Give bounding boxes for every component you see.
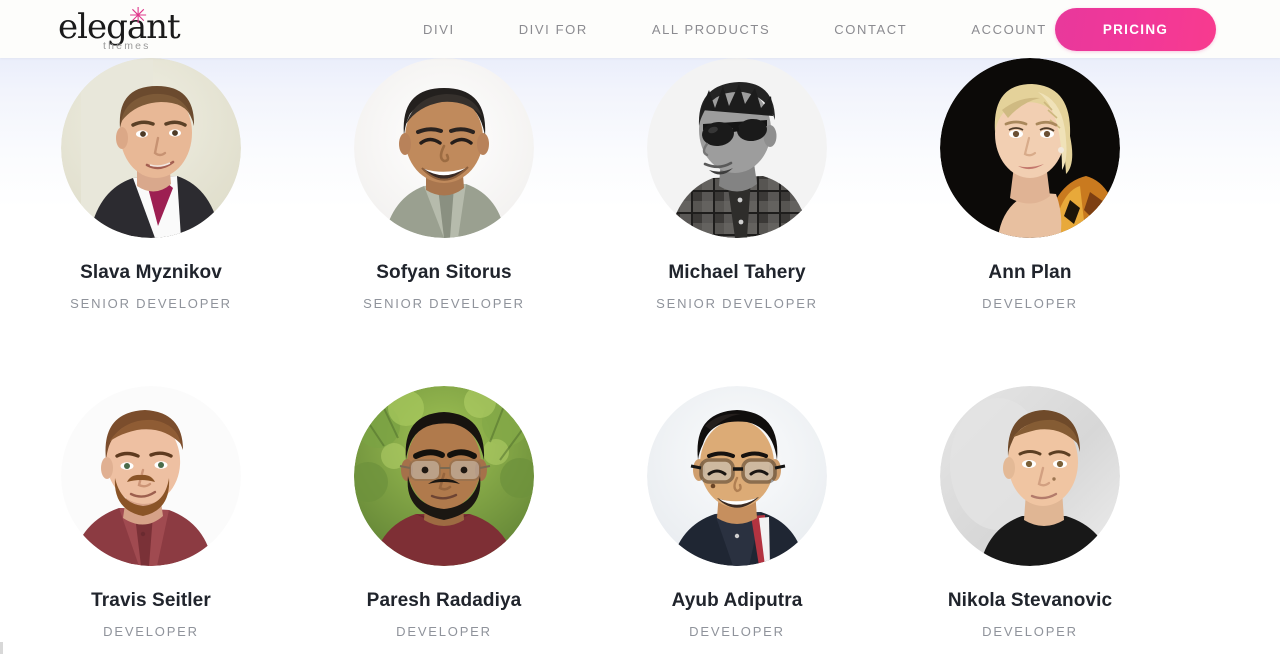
team-member-role: DEVELOPER [103, 623, 199, 639]
team-member-name: Nikola Stevanovic [947, 589, 1113, 611]
team-row: Slava Myznikov SENIOR DEVELOPER Sofyan S… [0, 58, 1280, 311]
team-member-name: Michael Tahery [668, 262, 806, 283]
team-member-card[interactable]: Slava Myznikov SENIOR DEVELOPER [4, 58, 298, 311]
pricing-button[interactable]: PRICING [1055, 8, 1216, 51]
team-member-role: SENIOR DEVELOPER [656, 295, 818, 311]
portrait-paresh-radadiya [354, 385, 534, 566]
portrait-michael-tahery [647, 58, 827, 238]
team-member-role: SENIOR DEVELOPER [363, 295, 525, 311]
site-header: elegant ✳ themes DIVI DIVI FOR ALL PRODU… [0, 0, 1280, 58]
team-row: Travis Seitler DEVELOPER Paresh Radadiya… [0, 311, 1280, 639]
team-member-role: DEVELOPER [982, 623, 1078, 639]
portrait-ann-plan [940, 58, 1120, 238]
portrait-travis-seitler [61, 385, 241, 566]
team-member-role: DEVELOPER [982, 295, 1078, 311]
team-member-name: Paresh Radadiya [366, 589, 522, 611]
team-member-name: Sofyan Sitorus [376, 262, 512, 283]
team-member-name: Ann Plan [988, 262, 1072, 283]
team-member-role: DEVELOPER [396, 623, 492, 639]
team-member-name: Ayub Adiputra [671, 589, 803, 611]
portrait-ayub-adiputra [647, 385, 827, 566]
nav-item-divi[interactable]: DIVI [410, 22, 487, 37]
team-member-card[interactable]: Paresh Radadiya DEVELOPER [297, 385, 591, 639]
portrait-sofyan-sitorus [354, 58, 534, 238]
team-member-name: Travis Seitler [91, 589, 211, 611]
elegant-themes-logo[interactable]: elegant ✳ themes [58, 4, 181, 53]
team-member-card[interactable]: Ann Plan DEVELOPER [883, 58, 1177, 311]
team-member-role: DEVELOPER [689, 623, 785, 639]
nav-item-divi-for[interactable]: DIVI FOR [487, 22, 620, 37]
logo-subtext: themes [103, 40, 151, 52]
team-member-role: SENIOR DEVELOPER [70, 295, 232, 311]
team-grid: Slava Myznikov SENIOR DEVELOPER Sofyan S… [0, 58, 1280, 639]
logo-wordmark: elegant [58, 7, 181, 47]
portrait-slava-myznikov [61, 58, 241, 238]
team-member-card[interactable]: Sofyan Sitorus SENIOR DEVELOPER [297, 58, 591, 311]
nav-item-contact[interactable]: CONTACT [802, 22, 939, 37]
team-member-card[interactable]: Travis Seitler DEVELOPER [4, 385, 298, 639]
team-member-card[interactable]: Nikola Stevanovic DEVELOPER [883, 385, 1177, 639]
team-member-name: Slava Myznikov [80, 262, 222, 283]
team-member-card[interactable]: Ayub Adiputra DEVELOPER [590, 385, 884, 639]
main-navigation: DIVI DIVI FOR ALL PRODUCTS CONTACT ACCOU… [410, 0, 1079, 58]
portrait-nikola-stevanovic [940, 385, 1120, 566]
nav-item-all-products[interactable]: ALL PRODUCTS [620, 22, 802, 37]
asterisk-icon: ✳ [129, 4, 148, 29]
team-member-card[interactable]: Michael Tahery SENIOR DEVELOPER [590, 58, 884, 311]
scrollbar-thumb[interactable] [0, 642, 3, 654]
team-section: Slava Myznikov SENIOR DEVELOPER Sofyan S… [0, 58, 1280, 654]
